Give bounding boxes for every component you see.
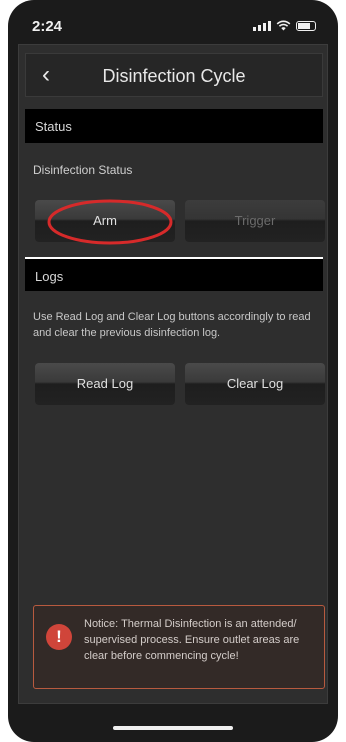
status-time: 2:24 [32, 18, 63, 35]
disinfection-status-label: Disinfection Status [33, 163, 133, 177]
nav-bar: ‹ Disinfection Cycle [25, 53, 323, 97]
battery-icon [296, 21, 316, 31]
logs-section-header: Logs [25, 257, 323, 291]
logs-description: Use Read Log and Clear Log buttons accor… [33, 311, 311, 339]
warning-icon: ! [46, 624, 72, 650]
page-title: Disinfection Cycle [102, 66, 246, 86]
notice-text: Notice: Thermal Disinfection is an atten… [84, 618, 300, 662]
clear-log-button[interactable]: Clear Log [185, 363, 325, 405]
signal-icon [253, 21, 271, 31]
wifi-icon [276, 20, 291, 31]
arm-button[interactable]: Arm [35, 200, 175, 242]
status-icons [253, 20, 316, 31]
trigger-button[interactable]: Trigger [185, 200, 325, 242]
status-bar: 2:24 [8, 0, 338, 48]
notice-banner: ! Notice: Thermal Disinfection is an att… [33, 605, 325, 689]
home-indicator[interactable] [113, 726, 233, 730]
status-section-header: Status [25, 109, 323, 143]
phone-frame: 2:24 ‹ Disinfection Cycle Status Disinfe… [8, 0, 338, 742]
read-log-button[interactable]: Read Log [35, 363, 175, 405]
app-screen: ‹ Disinfection Cycle Status Disinfection… [18, 44, 328, 704]
